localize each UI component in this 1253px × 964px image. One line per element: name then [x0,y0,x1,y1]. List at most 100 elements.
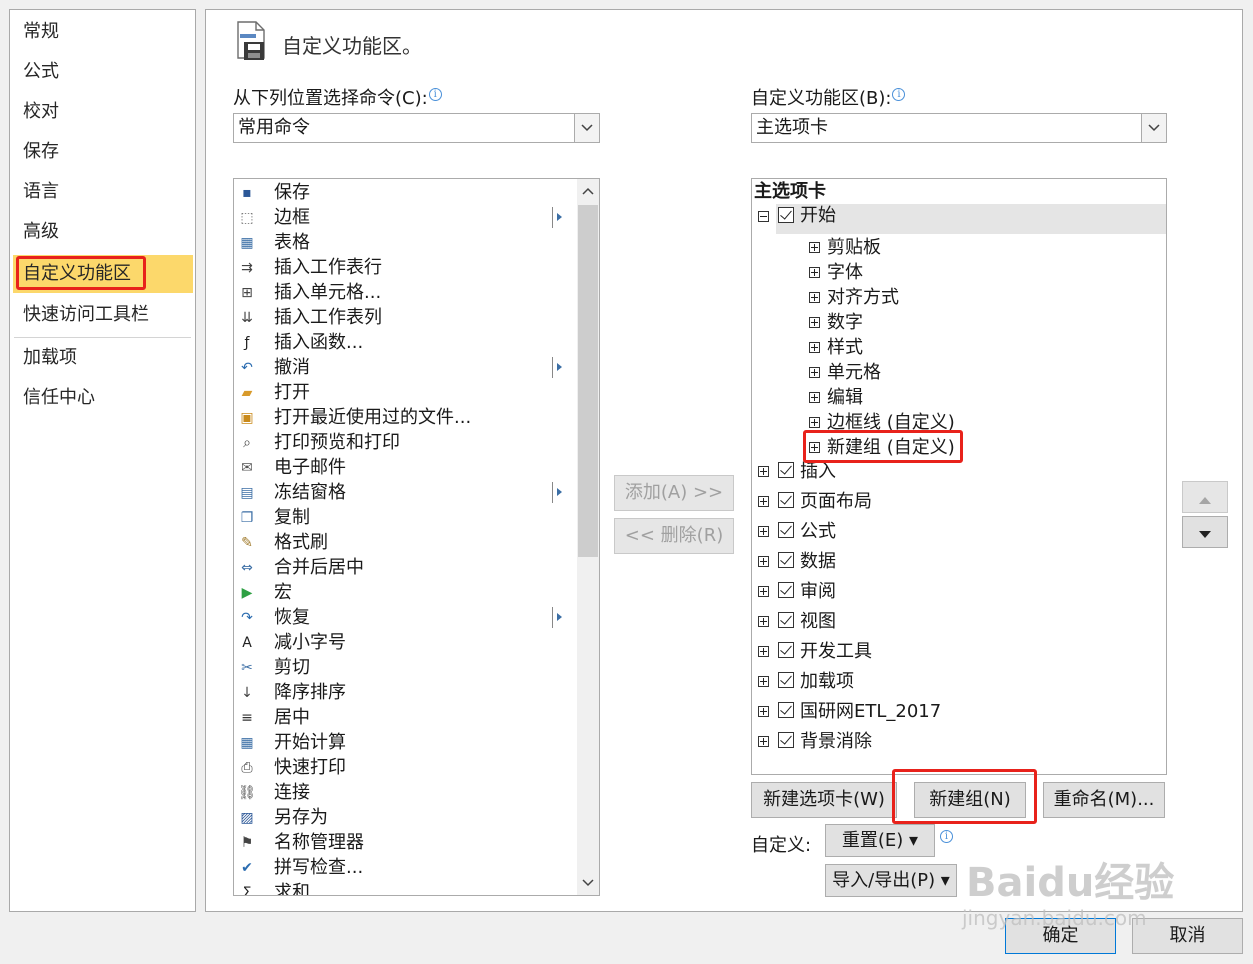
command-item[interactable]: ⇊ 插入工作表列 [234,305,574,330]
command-item[interactable]: ⚑ 名称管理器 [234,830,574,855]
import-export-dropdown-button[interactable]: 导入/导出(P) ▾ [825,864,957,897]
command-item[interactable]: ✂ 剪切 [234,655,574,680]
nav-item-quick-access-toolbar[interactable]: 快速访问工具栏 [10,296,195,334]
chevron-down-icon[interactable] [574,114,599,142]
expand-icon[interactable] [758,646,769,657]
nav-item-language[interactable]: 语言 [10,173,195,211]
command-source-dropdown[interactable]: 常用命令 [233,113,600,143]
move-down-button[interactable] [1182,516,1228,548]
command-item[interactable]: ⌕ 打印预览和打印 [234,430,574,455]
command-item[interactable]: ▪ 保存 [234,180,574,205]
expand-icon[interactable] [809,442,820,453]
tree-group-item[interactable]: 边框线 (自定义) [827,410,955,436]
command-list-scrollbar[interactable] [577,179,599,895]
tree-group-item[interactable]: 字体 [827,260,863,286]
command-item[interactable]: ▣ 打开最近使用过的文件... [234,405,574,430]
nav-item-add-ins[interactable]: 加载项 [10,339,195,377]
expand-icon[interactable] [758,736,769,747]
expand-icon[interactable] [809,292,820,303]
command-item[interactable]: ✎ 格式刷 [234,530,574,555]
ribbon-tabs-dropdown[interactable]: 主选项卡 [751,113,1167,143]
tree-group-item[interactable]: 样式 [827,335,863,361]
command-item[interactable]: ✉ 电子邮件 [234,455,574,480]
tree-group-item[interactable]: 编辑 [827,385,863,411]
expand-icon[interactable] [758,556,769,567]
tree-tab-item[interactable]: 公式 [800,519,836,545]
expand-icon[interactable] [758,706,769,717]
tree-group-item[interactable]: 对齐方式 [827,285,899,311]
command-item[interactable]: ▶ 宏 [234,580,574,605]
expand-icon[interactable] [758,466,769,477]
expand-icon[interactable] [809,242,820,253]
nav-item-advanced[interactable]: 高级 [10,213,195,251]
tree-tab-item[interactable]: 审阅 [800,579,836,605]
tree-tab-item[interactable]: 加载项 [800,669,854,695]
ribbon-tree[interactable]: 主选项卡 开始 剪贴板 字体 对齐方式 数字 样式 单元格 编辑 边框线 (自定义) 新建组 (… [751,178,1167,775]
rename-button[interactable]: 重命名(M)... [1043,782,1165,818]
nav-item-proofing[interactable]: 校对 [10,93,195,131]
nav-item-save[interactable]: 保存 [10,133,195,171]
expand-icon[interactable] [758,496,769,507]
command-item[interactable]: ↶ 撤消 [234,355,574,380]
expand-icon[interactable] [758,586,769,597]
tab-checkbox[interactable] [778,642,794,658]
command-item[interactable]: ▨ 另存为 [234,805,574,830]
command-item[interactable]: ✔ 拼写检查... [234,855,574,880]
command-item[interactable]: ⊞ 插入单元格... [234,280,574,305]
tab-home[interactable]: 开始 [800,203,836,229]
scroll-up-icon[interactable] [577,179,599,203]
tree-tab-item[interactable]: 插入 [800,459,836,485]
reset-dropdown-button[interactable]: 重置(E) ▾ [825,824,935,857]
command-list[interactable]: ▪ 保存 ⬚ 边框 ▦ 表格 ⇉ 插入工作表行 ⊞ 插入单元格... ⇊ 插入工作表列 ƒ 插入函数...… [233,178,600,896]
tab-checkbox[interactable] [778,522,794,538]
tree-group-item[interactable]: 单元格 [827,360,881,386]
tree-tab-item[interactable]: 开发工具 [800,639,872,665]
collapse-icon[interactable] [758,211,769,222]
tab-checkbox[interactable] [778,552,794,568]
command-item[interactable]: ⎙ 快速打印 [234,755,574,780]
command-item[interactable]: ⇔ 合并后居中 [234,555,574,580]
tree-group-item[interactable]: 数字 [827,310,863,336]
tab-checkbox[interactable] [778,492,794,508]
scroll-down-icon[interactable] [577,871,599,895]
command-item[interactable]: ▤ 冻结窗格 [234,480,574,505]
remove-button[interactable]: << 删除(R) [614,518,734,554]
chevron-down-icon[interactable] [1141,114,1166,142]
nav-item-customize-ribbon[interactable]: 自定义功能区 [13,255,193,293]
tab-checkbox[interactable] [778,732,794,748]
new-group-button[interactable]: 新建组(N) [914,782,1026,818]
cancel-button[interactable]: 取消 [1132,918,1243,954]
scroll-thumb[interactable] [578,205,598,557]
tree-group-item[interactable]: 新建组 (自定义) [827,435,955,461]
expand-icon[interactable] [758,526,769,537]
expand-icon[interactable] [809,367,820,378]
command-item[interactable]: ❐ 复制 [234,505,574,530]
nav-item-trust-center[interactable]: 信任中心 [10,379,195,417]
tree-tab-item[interactable]: 数据 [800,549,836,575]
nav-item-formulas[interactable]: 公式 [10,53,195,91]
expand-icon[interactable] [809,342,820,353]
command-item[interactable]: ▦ 开始计算 [234,730,574,755]
command-item[interactable]: ▰ 打开 [234,380,574,405]
tree-tab-item[interactable]: 页面布局 [800,489,872,515]
tree-tab-item[interactable]: 背景消除 [800,729,872,755]
expand-icon[interactable] [809,317,820,328]
nav-item-general[interactable]: 常规 [10,13,195,51]
expand-icon[interactable] [809,417,820,428]
expand-icon[interactable] [758,616,769,627]
expand-icon[interactable] [758,676,769,687]
tab-home-checkbox[interactable] [778,207,794,223]
command-item[interactable]: Σ 求和 [234,880,574,895]
expand-icon[interactable] [809,267,820,278]
new-tab-button[interactable]: 新建选项卡(W) [751,782,897,818]
tab-checkbox[interactable] [778,672,794,688]
expand-icon[interactable] [809,392,820,403]
tab-checkbox[interactable] [778,702,794,718]
command-item[interactable]: ≡ 居中 [234,705,574,730]
tab-checkbox[interactable] [778,582,794,598]
command-item[interactable]: ⛓ 连接 [234,780,574,805]
tree-tab-item[interactable]: 国研网ETL_2017 [800,699,941,725]
command-item[interactable]: ↓ 降序排序 [234,680,574,705]
tab-checkbox[interactable] [778,462,794,478]
command-item[interactable]: ▦ 表格 [234,230,574,255]
